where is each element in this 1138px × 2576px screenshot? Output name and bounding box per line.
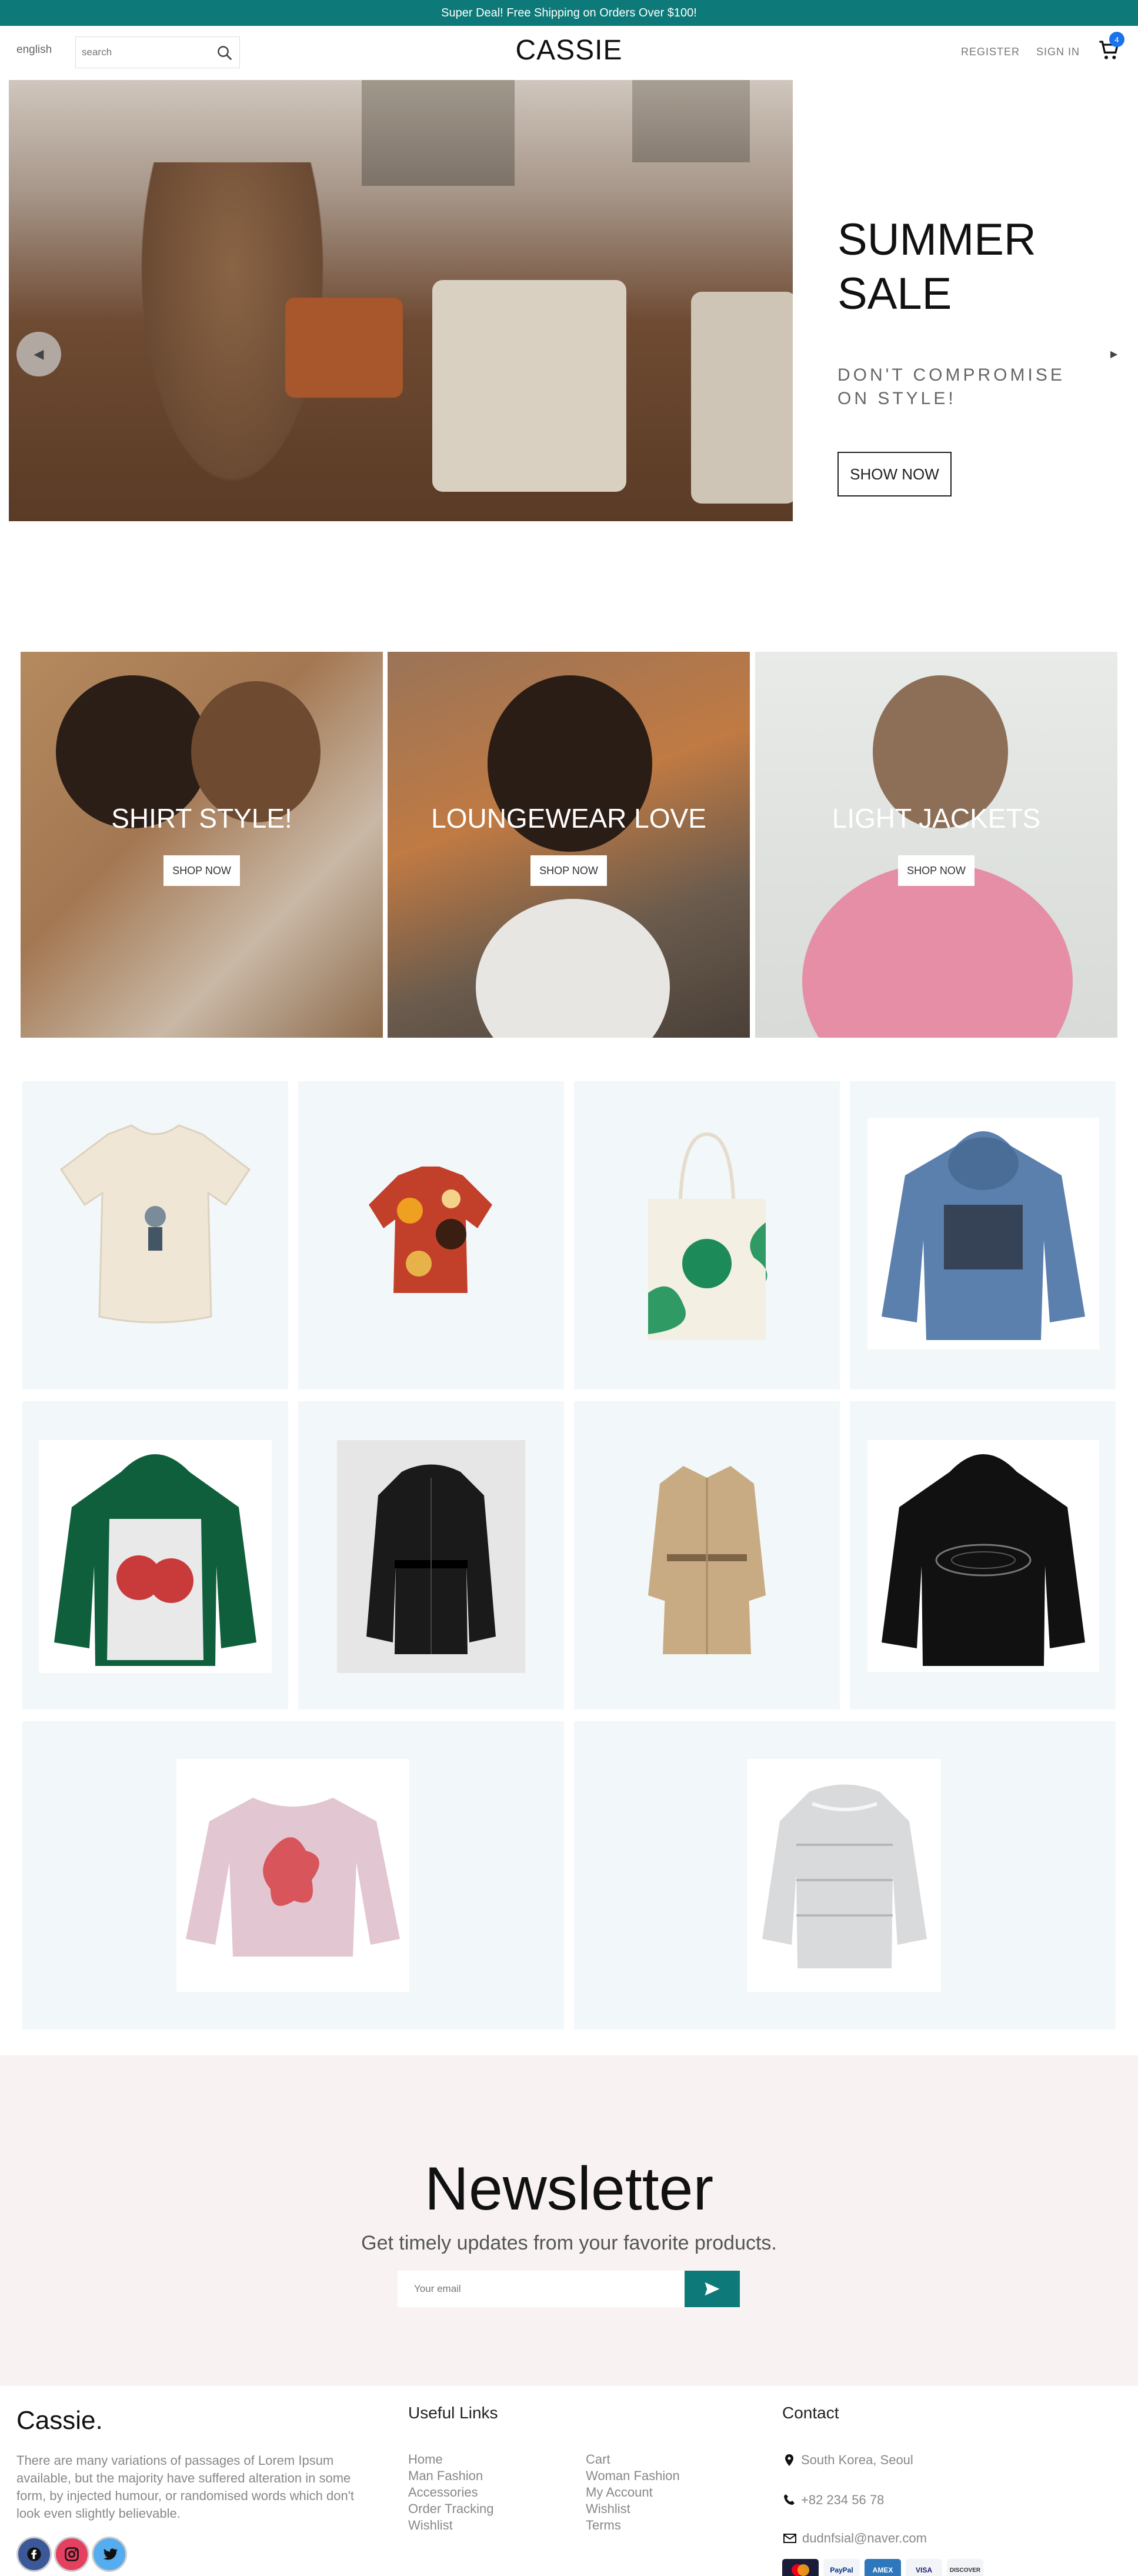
footer-description: There are many variations of passages of… bbox=[16, 2453, 355, 2521]
footer-link[interactable]: My Account bbox=[586, 2485, 653, 2500]
beige-trench-coat-icon bbox=[648, 1466, 766, 1654]
product-card[interactable] bbox=[298, 1401, 564, 1709]
cart-count-badge: 4 bbox=[1109, 32, 1124, 47]
black-hoodie-icon bbox=[882, 1454, 1085, 1666]
patterned-shirt-icon bbox=[369, 1167, 492, 1293]
newsletter-email-input[interactable] bbox=[398, 2271, 685, 2307]
product-card[interactable] bbox=[298, 1081, 564, 1389]
product-card[interactable] bbox=[574, 1401, 840, 1709]
category-title: LOUNGEWEAR LOVE bbox=[431, 803, 706, 834]
category-title: LIGHT JACKETS bbox=[832, 803, 1041, 834]
footer-link[interactable]: Woman Fashion bbox=[586, 2468, 680, 2484]
hero-subtitle: DON'T COMPROMISE ON STYLE! bbox=[837, 365, 1065, 408]
hero-image bbox=[9, 80, 793, 521]
shop-now-button[interactable]: SHOP NOW bbox=[530, 855, 607, 886]
promo-text: Super Deal! Free Shipping on Orders Over… bbox=[441, 6, 697, 19]
slider-prev-arrow-icon[interactable]: ◀ bbox=[16, 332, 61, 376]
footer-link[interactable]: Home bbox=[408, 2452, 443, 2467]
product-card[interactable] bbox=[22, 1721, 564, 2030]
mastercard-icon bbox=[782, 2559, 819, 2576]
contact-phone: +82 234 56 78 bbox=[782, 2492, 884, 2508]
pink-sweater-icon bbox=[186, 1798, 400, 1957]
blue-hoodie-icon bbox=[882, 1131, 1085, 1340]
site-footer: Cassie. There are many variations of pas… bbox=[0, 2386, 1138, 2576]
footer-link[interactable]: Cart bbox=[586, 2452, 610, 2467]
location-pin-icon bbox=[785, 2454, 793, 2466]
green-cherry-hoodie-icon bbox=[54, 1454, 256, 1666]
useful-links-title: Useful Links bbox=[408, 2404, 498, 2422]
product-card[interactable] bbox=[22, 1401, 288, 1709]
black-puffer-jacket-icon bbox=[366, 1464, 496, 1654]
discover-icon: DISCOVER bbox=[947, 2559, 983, 2576]
footer-link[interactable]: Wishlist bbox=[408, 2518, 453, 2533]
footer-link[interactable]: Accessories bbox=[408, 2485, 478, 2500]
show-now-button[interactable]: SHOW NOW bbox=[837, 452, 952, 496]
contact-email: dudnfsial@naver.com bbox=[782, 2531, 927, 2546]
newsletter-section: Newsletter Get timely updates from your … bbox=[0, 2055, 1138, 2386]
newsletter-submit-button[interactable] bbox=[685, 2271, 740, 2307]
footer-link[interactable]: Terms bbox=[586, 2518, 621, 2533]
send-icon bbox=[705, 2282, 720, 2296]
category-card-shirt-style[interactable]: SHIRT STYLE! SHOP NOW bbox=[21, 652, 383, 1038]
contact-title: Contact bbox=[782, 2404, 839, 2422]
register-link[interactable]: REGISTER bbox=[961, 46, 1020, 58]
hero-title: SUMMER SALE bbox=[837, 215, 1036, 319]
footer-link[interactable]: Order Tracking bbox=[408, 2501, 494, 2517]
phone-icon bbox=[784, 2494, 795, 2505]
amex-icon: AMEX bbox=[865, 2559, 901, 2576]
slider-next-arrow-icon[interactable]: ▶ bbox=[1110, 348, 1117, 360]
footer-link[interactable]: Man Fashion bbox=[408, 2468, 483, 2484]
facebook-icon[interactable] bbox=[16, 2537, 52, 2572]
footer-link[interactable]: Wishlist bbox=[586, 2501, 630, 2517]
twitter-icon[interactable] bbox=[92, 2537, 127, 2572]
instagram-icon[interactable] bbox=[54, 2537, 89, 2572]
newsletter-title: Newsletter bbox=[424, 2155, 714, 2223]
sign-in-link[interactable]: SIGN IN bbox=[1036, 46, 1080, 58]
category-card-light-jackets[interactable]: LIGHT JACKETS SHOP NOW bbox=[755, 652, 1117, 1038]
product-card[interactable] bbox=[22, 1081, 288, 1389]
site-header: english CASSIE REGISTER SIGN IN 4 bbox=[0, 26, 1138, 80]
tote-bag-icon bbox=[648, 1132, 767, 1340]
product-card[interactable] bbox=[850, 1401, 1116, 1709]
silver-puffer-jacket-icon bbox=[762, 1784, 927, 1968]
product-card[interactable] bbox=[574, 1721, 1116, 2030]
product-card[interactable] bbox=[850, 1081, 1116, 1389]
visa-icon: VISA bbox=[906, 2559, 942, 2576]
newsletter-subtitle: Get timely updates from your favorite pr… bbox=[361, 2232, 777, 2254]
mail-icon bbox=[783, 2534, 796, 2543]
category-card-loungewear-love[interactable]: LOUNGEWEAR LOVE SHOP NOW bbox=[388, 652, 750, 1038]
promo-bar: Super Deal! Free Shipping on Orders Over… bbox=[0, 0, 1138, 26]
cream-tshirt-icon bbox=[59, 1124, 251, 1324]
shop-now-button[interactable]: SHOP NOW bbox=[898, 855, 975, 886]
contact-address: South Korea, Seoul bbox=[782, 2452, 913, 2468]
shop-now-button[interactable]: SHOP NOW bbox=[163, 855, 240, 886]
paypal-icon: PayPal bbox=[823, 2559, 860, 2576]
category-title: SHIRT STYLE! bbox=[111, 803, 292, 834]
footer-logo: Cassie. bbox=[16, 2406, 103, 2435]
product-card[interactable] bbox=[574, 1081, 840, 1389]
